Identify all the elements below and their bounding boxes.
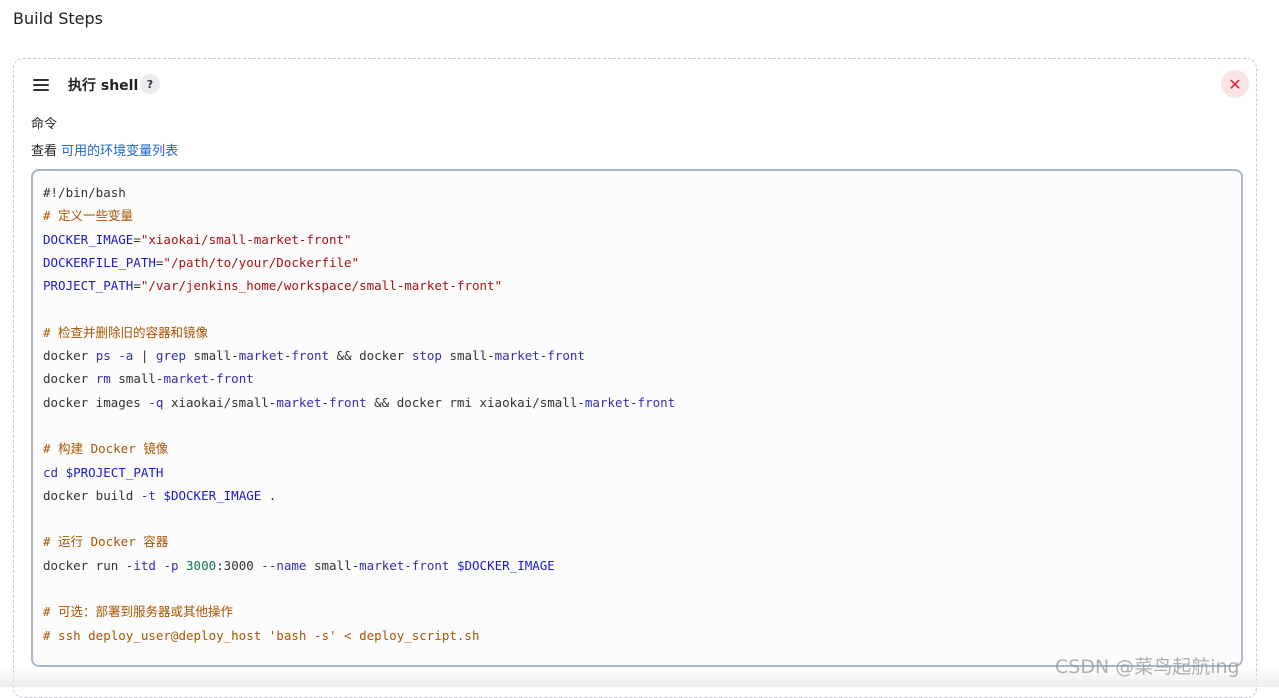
code-token: -t [140,487,156,503]
code-line: # 构建 Docker 镜像 [43,437,1231,460]
code-token: docker [43,371,96,387]
command-label: 命令 [31,117,58,132]
code-token: small- [306,557,360,573]
code-token: | [133,348,156,364]
env-vars-link[interactable]: 可用的环境变量列表 [61,144,178,159]
code-token: stop [411,348,442,364]
code-token: market-front [584,394,676,410]
code-token: # 可选：部署到服务器或其他操作 [43,604,234,620]
help-icon[interactable]: ? [140,74,160,94]
code-line: # 检查并删除旧的容器和镜像 [43,321,1231,344]
code-token: DOCKERFILE_PATH [43,254,156,270]
code-token: -q [148,394,164,410]
code-token: # 检查并删除旧的容器和镜像 [43,324,209,340]
code-token: -itd [125,557,156,573]
code-token: = [133,231,141,247]
command-code-editor[interactable]: #!/bin/bash # 定义一些变量 DOCKER_IMAGE="xiaokai… [31,169,1243,667]
code-line: DOCKERFILE_PATH="/path/to/your/Dockerfil… [43,251,1231,274]
code-token: PROJECT_PATH [43,278,134,294]
code-line: # 可选：部署到服务器或其他操作 [43,600,1231,623]
code-token: "/var/jenkins_home/workspace/small-marke… [140,278,503,294]
code-token: small- [441,348,495,364]
code-token: grep [155,348,187,364]
code-token: -p [163,557,179,573]
code-token: "/path/to/your/Dockerfile" [163,254,360,270]
code-token: # 运行 Docker 容器 [43,534,169,550]
code-token: #!/bin/bash [43,185,126,200]
code-token: $DOCKER_IMAGE [163,487,262,503]
drag-handle-icon[interactable] [33,79,49,91]
code-token: "xiaokai/small-market-front" [140,231,352,247]
code-token: ps [95,348,111,364]
code-line: docker ps -a | grep small-market-front &… [43,344,1231,367]
code-line: docker run -itd -p 3000:3000 --name smal… [43,554,1231,577]
code-line: cd $PROJECT_PATH [43,461,1231,484]
code-token: cd [43,464,59,480]
code-token: && docker [329,348,412,364]
code-token: docker [43,348,96,364]
build-step-card: 执行 shell ? ✕ 命令 查看 可用的环境变量列表 #!/bin/bash… [13,58,1257,698]
code-token: :3000 [216,557,262,573]
code-token: xiaokai/small- [163,394,277,410]
code-token: -a [118,348,134,364]
code-token: market-front [276,394,367,410]
code-line: docker rm small-market-front [43,367,1231,390]
code-token: small- [186,348,239,364]
section-title: Build Steps [13,9,104,28]
code-token: # 构建 Docker 镜像 [43,441,169,457]
code-token: docker images [43,394,149,410]
code-token: small- [110,371,164,387]
env-vars-line: 查看 可用的环境变量列表 [31,140,178,159]
code-line: #!/bin/bash [43,181,1231,204]
code-token: market-front [238,348,330,364]
code-token: . [261,487,277,503]
code-token: market-front [359,557,450,573]
code-token: market-front [163,371,254,387]
code-line: DOCKER_IMAGE="xiaokai/small-market-front… [43,228,1231,251]
step-title: 执行 shell [68,78,139,94]
code-line: # 运行 Docker 容器 [43,530,1231,553]
code-token: # ssh deploy_user@deploy_host 'bash -s' … [43,627,480,643]
code-token: market-front [494,348,585,364]
code-token: docker build [43,487,141,503]
code-line: docker images -q xiaokai/small-market-fr… [43,391,1231,414]
code-line: PROJECT_PATH="/var/jenkins_home/workspac… [43,274,1231,297]
delete-step-button[interactable]: ✕ [1221,70,1249,98]
code-token: 3000 [186,557,217,573]
code-token: DOCKER_IMAGE [43,231,134,247]
code-token: rm [95,371,111,387]
watermark: CSDN @菜鸟起航ing [1055,656,1240,678]
code-token: = [133,278,141,294]
code-token: docker run [43,557,126,573]
code-token: # 定义一些变量 [43,208,134,224]
code-token: --name [261,557,307,573]
env-vars-prefix: 查看 [31,144,62,159]
code-token: && docker rmi xiaokai/small- [366,394,585,410]
code-line: # 定义一些变量 [43,204,1231,227]
code-token: $DOCKER_IMAGE [456,557,555,573]
code-line: # ssh deploy_user@deploy_host 'bash -s' … [43,624,1231,647]
code-token: $PROJECT_PATH [65,464,164,480]
code-line: docker build -t $DOCKER_IMAGE . [43,484,1231,507]
